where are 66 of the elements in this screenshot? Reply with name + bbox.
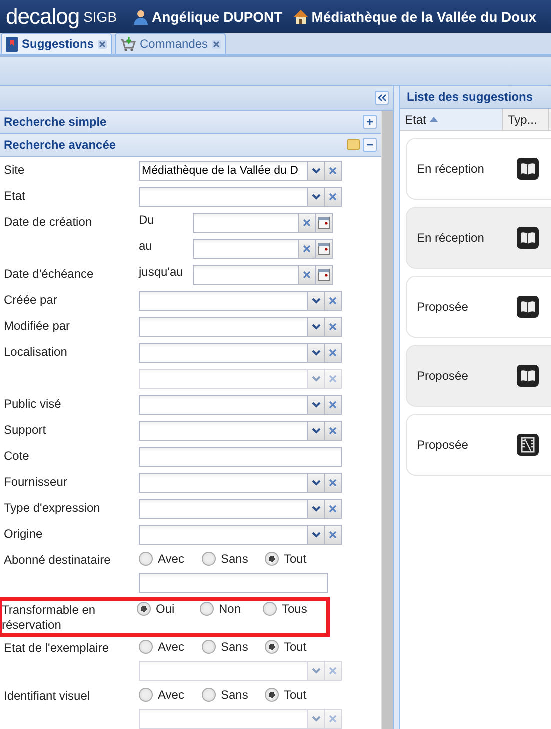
field-label: Identifiant visuel (4, 688, 92, 704)
status-text: Proposée (417, 438, 470, 452)
range-label: jusqu'au (139, 265, 184, 279)
radio-option[interactable]: Tout (265, 552, 328, 566)
option-label: Avec (158, 640, 184, 654)
status-text: En réception (417, 231, 486, 245)
option-label: Tout (284, 688, 307, 702)
status-text: En réception (417, 162, 486, 176)
tab[interactable]: Commandes (115, 33, 226, 54)
field-label: Modifiée par (4, 318, 72, 334)
field-label: Cote (4, 448, 30, 464)
radio-option[interactable]: Oui (137, 602, 200, 616)
radio-option[interactable]: Avec (139, 552, 202, 566)
range-label: Du (139, 213, 156, 227)
suggestion-card[interactable]: En réception (406, 207, 551, 269)
status-text: Proposée (417, 300, 470, 314)
library-name: Médiathèque de la Vallée du Doux (312, 8, 537, 24)
section-title: Recherche simple (4, 115, 107, 129)
option-label: Non (219, 602, 242, 616)
suggestion-card[interactable]: Proposée (406, 276, 551, 338)
field-label: Créée par (4, 292, 58, 308)
radio-option[interactable]: Sans (202, 640, 265, 654)
brand-logo: decalog (6, 4, 80, 30)
field-label: Public visé (4, 396, 62, 412)
field-label: Origine (4, 526, 44, 542)
option-label: Avec (158, 688, 184, 702)
option-label: Tous (282, 602, 308, 616)
product-name: SIGB (84, 8, 118, 24)
user-name: Angélique DUPONT (152, 8, 283, 24)
option-label: Tout (284, 640, 307, 654)
panel-title: Liste des suggestions (400, 86, 551, 109)
option-label: Tout (284, 552, 307, 566)
radio-option[interactable]: Avec (139, 640, 202, 654)
option-label: Sans (221, 552, 248, 566)
option-label: Sans (221, 688, 248, 702)
range-label: au (139, 239, 154, 253)
radio-option[interactable]: Tout (265, 640, 328, 654)
field-label: Date de création (4, 214, 94, 230)
radio-option[interactable]: Avec (139, 688, 202, 702)
radio-option[interactable]: Tous (263, 602, 326, 616)
field-label: Etat de l'exemplaire (4, 640, 110, 656)
tab[interactable]: Suggestions (1, 33, 112, 54)
option-label: Oui (156, 602, 175, 616)
field-label: Transformable en réservation (2, 602, 97, 633)
field-label: Abonné destinataire (4, 552, 112, 568)
field-label: Type d'expression (4, 500, 102, 516)
column-header[interactable]: Etat (400, 109, 503, 130)
option-label: Avec (158, 552, 184, 566)
section-header[interactable]: Recherche avancée (0, 134, 381, 157)
field-label: Site (4, 162, 26, 178)
section-header[interactable]: Recherche simple (0, 111, 381, 134)
suggestion-card[interactable]: Proposée (406, 414, 551, 476)
section-title: Recherche avancée (4, 138, 116, 152)
field-label: Fournisseur (4, 474, 68, 490)
status-text: Proposée (417, 369, 470, 383)
field-label: Date d'échéance (4, 266, 95, 282)
field-label: Etat (4, 188, 26, 204)
radio-option[interactable]: Non (200, 602, 263, 616)
radio-option[interactable]: Tout (265, 688, 328, 702)
option-label: Sans (221, 640, 248, 654)
suggestion-card[interactable]: Proposée (406, 345, 551, 407)
radio-option[interactable]: Sans (202, 552, 265, 566)
field-label: Localisation (4, 344, 68, 360)
radio-option[interactable]: Sans (202, 688, 265, 702)
field-label: Support (4, 422, 48, 438)
suggestion-card[interactable]: En réception (406, 138, 551, 200)
